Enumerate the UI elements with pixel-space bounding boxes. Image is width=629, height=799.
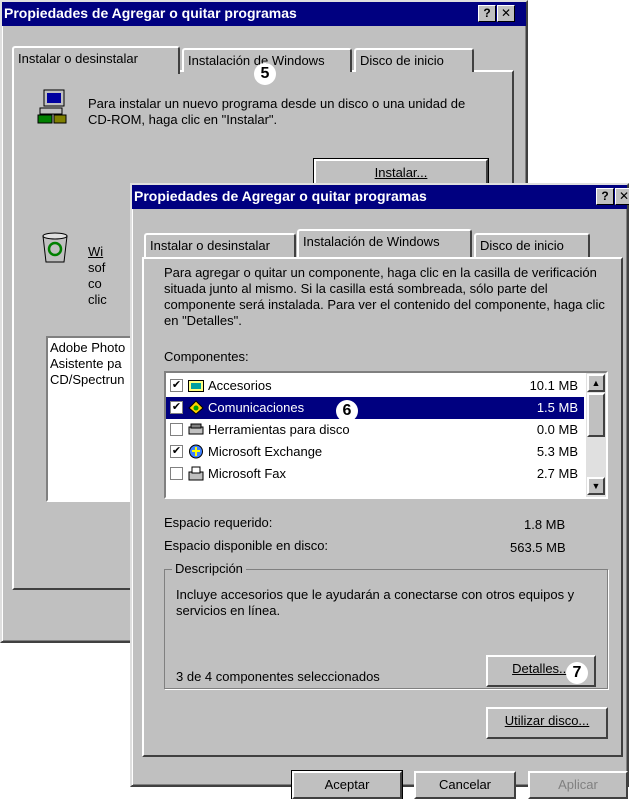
components-list[interactable]: ✔ Accesorios 10.1 MB ✔ Comunicaciones 1.… <box>164 371 608 499</box>
back-uninstall-text-line: co <box>88 276 102 291</box>
component-checkbox[interactable]: ✔ <box>170 379 183 392</box>
list-item[interactable]: ✔ Comunicaciones 1.5 MB <box>166 397 584 419</box>
back-tab-startup-disk[interactable]: Disco de inicio <box>354 48 474 72</box>
details-button-label: Detalles... <box>512 661 570 676</box>
back-install-text: Para instalar un nuevo programa desde un… <box>88 96 466 127</box>
list-item[interactable]: Microsoft Fax 2.7 MB <box>166 463 584 485</box>
back-close-button[interactable]: ✕ <box>497 5 515 22</box>
recycle-icon <box>38 230 72 264</box>
back-help-button[interactable]: ? <box>478 5 496 22</box>
front-dialog-title: Propiedades de Agregar o quitar programa… <box>134 188 427 204</box>
component-name: Herramientas para disco <box>208 422 350 437</box>
list-item[interactable]: ✔ Accesorios 10.1 MB <box>166 375 584 397</box>
selected-count: 3 de 4 componentes seleccionados <box>176 669 380 684</box>
component-checkbox[interactable]: ✔ <box>170 445 183 458</box>
space-available-value: 563.5 MB <box>510 540 566 555</box>
components-scrollbar[interactable]: ▲ ▼ <box>586 373 606 497</box>
front-tab-startup-disk[interactable]: Disco de inicio <box>474 233 590 257</box>
component-name: Accesorios <box>208 378 272 393</box>
description-legend: Descripción <box>172 561 246 577</box>
front-close-button[interactable]: ✕ <box>615 188 629 205</box>
space-required-label: Espacio requerido: <box>164 515 273 530</box>
space-required-value: 1.8 MB <box>524 517 566 532</box>
component-checkbox[interactable] <box>170 467 183 480</box>
callout-5: 5 <box>254 63 276 85</box>
front-dialog: Propiedades de Agregar o quitar programa… <box>130 183 629 799</box>
back-tab-install-uninstall[interactable]: Instalar o desinstalar <box>12 46 180 74</box>
apply-button[interactable]: Aplicar <box>528 771 628 799</box>
list-item[interactable]: Asistente pa <box>50 356 122 372</box>
front-tab-windows-setup[interactable]: Instalación de Windows <box>297 229 472 257</box>
back-dialog-title: Propiedades de Agregar o quitar programa… <box>4 5 297 21</box>
space-available-label: Espacio disponible en disco: <box>164 538 329 553</box>
front-help-button[interactable]: ? <box>596 188 614 205</box>
component-size: 2.7 MB <box>536 466 578 481</box>
component-name: Microsoft Exchange <box>208 444 323 459</box>
components-label: Componentes: <box>164 349 249 364</box>
component-checkbox[interactable]: ✔ <box>170 401 183 414</box>
scroll-down-arrow-icon[interactable]: ▼ <box>587 477 605 495</box>
front-tab-install-uninstall[interactable]: Instalar o desinstalar <box>144 233 296 257</box>
front-dialog-titlebar[interactable]: Propiedades de Agregar o quitar programa… <box>132 185 627 209</box>
scroll-thumb[interactable] <box>587 393 605 437</box>
ok-button[interactable]: Aceptar <box>291 770 403 799</box>
component-name: Comunicaciones <box>208 400 305 415</box>
list-item[interactable]: CD/Spectrun <box>50 372 124 388</box>
back-dialog-titlebar[interactable]: Propiedades de Agregar o quitar programa… <box>2 2 526 26</box>
scroll-up-arrow-icon[interactable]: ▲ <box>587 374 605 392</box>
component-size: 1.5 MB <box>536 400 578 415</box>
callout-6: 6 <box>336 400 358 422</box>
component-size: 5.3 MB <box>536 444 578 459</box>
component-checkbox[interactable] <box>170 423 183 436</box>
description-text: Incluye accesorios que le ayudarán a con… <box>176 587 575 618</box>
cancel-button[interactable]: Cancelar <box>414 771 516 799</box>
exchange-icon <box>188 444 204 459</box>
back-uninstall-text-line: Wi <box>88 244 104 259</box>
accessories-icon <box>188 378 204 393</box>
list-item[interactable]: ✔ Microsoft Exchange 5.3 MB <box>166 441 584 463</box>
component-size: 0.0 MB <box>536 422 578 437</box>
use-disk-button[interactable]: Utilizar disco... <box>486 707 608 739</box>
intro-text: Para agregar o quitar un componente, hag… <box>164 265 605 328</box>
component-size: 10.1 MB <box>529 378 578 393</box>
list-item[interactable]: Adobe Photo <box>50 340 125 356</box>
use-disk-button-label: Utilizar disco... <box>504 713 590 728</box>
disk-tools-icon <box>188 422 204 437</box>
communications-icon <box>188 400 204 415</box>
fax-icon <box>188 466 204 481</box>
back-uninstall-text-line: clic <box>88 292 107 307</box>
install-program-icon <box>36 88 70 124</box>
component-name: Microsoft Fax <box>208 466 287 481</box>
callout-7: 7 <box>566 662 588 684</box>
back-install-button-label: Instalar... <box>374 165 428 180</box>
back-uninstall-text-line: sof <box>88 260 106 275</box>
list-item[interactable]: Herramientas para disco 0.0 MB <box>166 419 584 441</box>
